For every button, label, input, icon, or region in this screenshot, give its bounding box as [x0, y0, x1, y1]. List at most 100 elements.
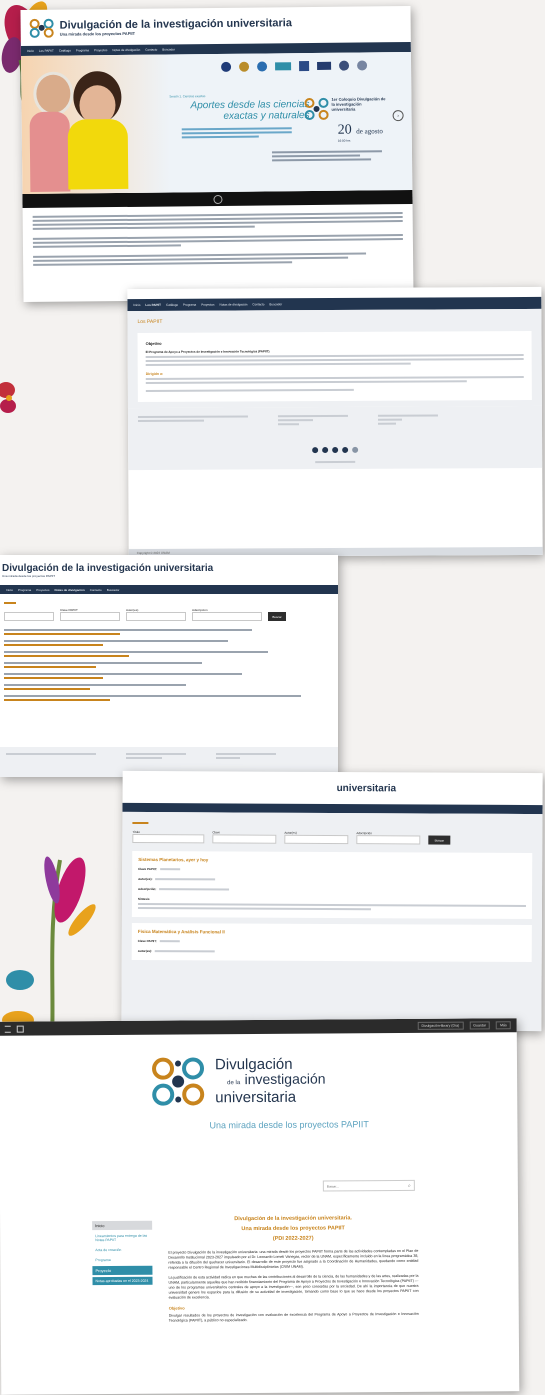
objective-heading: Objetivo [145, 340, 162, 346]
results-titulo-field[interactable] [132, 833, 205, 844]
catalog-results [4, 629, 334, 701]
nav2-proyectos[interactable]: Proyectos [201, 303, 214, 307]
list-item[interactable] [4, 640, 334, 646]
landing-logo-icon [152, 1057, 205, 1106]
toolbar-account-button[interactable]: Divulgación-library (Dra) [417, 1021, 464, 1030]
catalog-site-title[interactable]: Divulgación de la investigación universi… [2, 563, 213, 574]
mail-icon[interactable] [352, 446, 359, 453]
facebook-icon[interactable] [312, 447, 319, 454]
twitter-icon[interactable] [322, 447, 329, 454]
nav2-buscador[interactable]: Buscador [269, 302, 282, 306]
list-item[interactable] [4, 684, 334, 690]
catalog-site-subtitle: Una mirada desde los proyectos PAPIIT [2, 573, 56, 578]
nav-item-buscador[interactable]: Buscador [162, 47, 175, 51]
results-adscripcion-field[interactable] [356, 835, 421, 845]
expand-icon[interactable] [16, 1025, 24, 1033]
hero-kicker: Sesión 1. Ciencias exactas [169, 94, 206, 99]
landing-logo: Divulgación de la investigación universi… [149, 1054, 326, 1109]
event-date-month: de agosto [356, 127, 383, 136]
screenshot-notas-catalog: Divulgación de la investigación universi… [0, 555, 338, 777]
sidebar-item-programa[interactable]: Programa [92, 1256, 152, 1264]
result-card-2[interactable]: Física Matemática y Análisis Funcional I… [131, 922, 532, 963]
toolbar-more-button[interactable]: Más [496, 1021, 511, 1030]
nav3-buscador[interactable]: Buscador [107, 588, 120, 592]
nav2-los-papiit[interactable]: Los PAPIIT [145, 303, 161, 307]
nav2-notas[interactable]: Notas de divulgación [220, 302, 248, 306]
filter-title-field[interactable] [4, 612, 54, 621]
menu-icon[interactable] [4, 1025, 11, 1033]
nav-item-proyectos[interactable]: Proyectos [94, 48, 107, 52]
portrait-1 [29, 71, 74, 192]
nav2-inicio[interactable]: Inicio [133, 303, 140, 307]
list-item[interactable] [4, 651, 334, 657]
list-item[interactable] [4, 695, 334, 701]
catalog-nav: Inicio Programa Proyectos Notas de divul… [0, 585, 338, 594]
filter-adscripcion-field[interactable] [192, 612, 262, 621]
results-clave-field[interactable] [212, 834, 277, 844]
youtube-icon[interactable] [342, 446, 349, 453]
site-header: Divulgación de la investigación universi… [20, 6, 410, 46]
nav-item-contacto[interactable]: Contacto [145, 48, 157, 52]
nav-item-los-papiit[interactable]: Los PAPIIT [39, 49, 54, 53]
results-search-button[interactable]: Buscar [428, 835, 451, 845]
nav3-contacto[interactable]: Contacto [90, 588, 102, 592]
instagram-icon[interactable] [332, 446, 339, 454]
main-paragraph-2: La justificación de esta actividad radic… [168, 1273, 419, 1300]
portrait-2 [67, 85, 129, 194]
result-1-sintesis-label: Síntesis [137, 896, 150, 902]
results-filters: Título Clave Autor(es) Adscripción Busca… [132, 830, 532, 845]
sidebar-item-lineamientos[interactable]: Lineamientos para entrega de las Notas P… [92, 1232, 152, 1244]
sidebar-item-proyecto[interactable]: Proyecto [92, 1265, 153, 1276]
results-autores-field[interactable] [284, 834, 349, 845]
screenshot-landing: Divulgación-library (Dra) Guardar Más Di… [0, 1018, 520, 1395]
landing-search[interactable]: Buscar... ⌕ [322, 1179, 415, 1192]
catalog-filters: Clave PAPIIT Autor(es) Adscripción Busca… [4, 608, 334, 621]
nav-item-programa[interactable]: Programa [76, 48, 89, 52]
social-icons [138, 446, 532, 454]
hero-banner: Sesión 1. Ciencias exactas Aportes desde… [20, 51, 413, 195]
nav3-proyectos[interactable]: Proyectos [36, 588, 49, 592]
carousel-pause-button[interactable] [212, 194, 223, 204]
nav3-inicio[interactable]: Inicio [6, 588, 13, 592]
papiit-footer [127, 405, 543, 471]
sidebar-item-acta[interactable]: Acta de creación [92, 1246, 152, 1254]
section-title: Los PAPIIT [137, 318, 163, 326]
objective-lead: El Programa de Apoyo a Proyectos de Inve… [145, 349, 270, 354]
sidebar-item-inicio[interactable]: Inicio [92, 1220, 153, 1231]
result-2-clave-label: Clave PAPIIT: [137, 938, 157, 944]
toolbar-save-button[interactable]: Guardar [469, 1021, 491, 1030]
objetivo-heading: Objetivo [168, 1305, 185, 1311]
hero-info-lines [271, 148, 382, 163]
nav-item-inicio[interactable]: Inicio [27, 49, 34, 53]
carousel-next-button[interactable]: › [392, 110, 404, 122]
landing-search-input[interactable]: Buscar... [327, 1184, 339, 1188]
screenshot-home: Divulgación de la investigación universi… [20, 5, 414, 303]
results-site-title[interactable]: universitaria [337, 783, 397, 794]
nav-item-catalogo[interactable]: Catálogo [59, 49, 71, 53]
nav3-notas[interactable]: Notas de divulgación [55, 588, 85, 592]
catalog-search-button[interactable]: Buscar [268, 612, 286, 621]
nav2-catalogo[interactable]: Catálogo [166, 303, 178, 307]
event-date-day: 20 [337, 122, 352, 138]
main-heading-1: Divulgación de la investigación universi… [234, 1215, 352, 1223]
list-item[interactable] [4, 629, 334, 635]
catalog-header: Divulgación de la investigación universi… [0, 555, 338, 585]
nav2-contacto[interactable]: Contacto [252, 302, 264, 306]
list-item[interactable] [4, 662, 334, 668]
search-icon[interactable]: ⌕ [408, 1182, 411, 1188]
intro-text [23, 204, 414, 274]
sidebar-item-notas-aprobadas[interactable]: Notas aprobadas en el 2023-2024 [92, 1276, 153, 1286]
site-title[interactable]: Divulgación de la investigación universi… [60, 17, 292, 31]
nav2-programa[interactable]: Programa [183, 303, 196, 307]
list-item[interactable] [4, 673, 334, 679]
result-1-adscripcion-label: Adscripción: [138, 886, 157, 892]
result-2-title[interactable]: Física Matemática y Análisis Funcional I… [138, 929, 526, 936]
result-card-1[interactable]: Sistemas Planetarios, ayer y hoy Clave P… [131, 850, 533, 920]
nav3-programa[interactable]: Programa [18, 588, 31, 592]
main-paragraph-1: El proyecto Divulgación de la investigac… [168, 1248, 419, 1270]
filter-clave-field[interactable] [60, 612, 120, 621]
decorative-flower-mid [0, 382, 16, 413]
filter-autores-field[interactable] [126, 612, 186, 621]
nav-item-notas[interactable]: Notas de divulgación [112, 48, 140, 52]
result-1-title[interactable]: Sistemas Planetarios, ayer y hoy [138, 857, 526, 864]
